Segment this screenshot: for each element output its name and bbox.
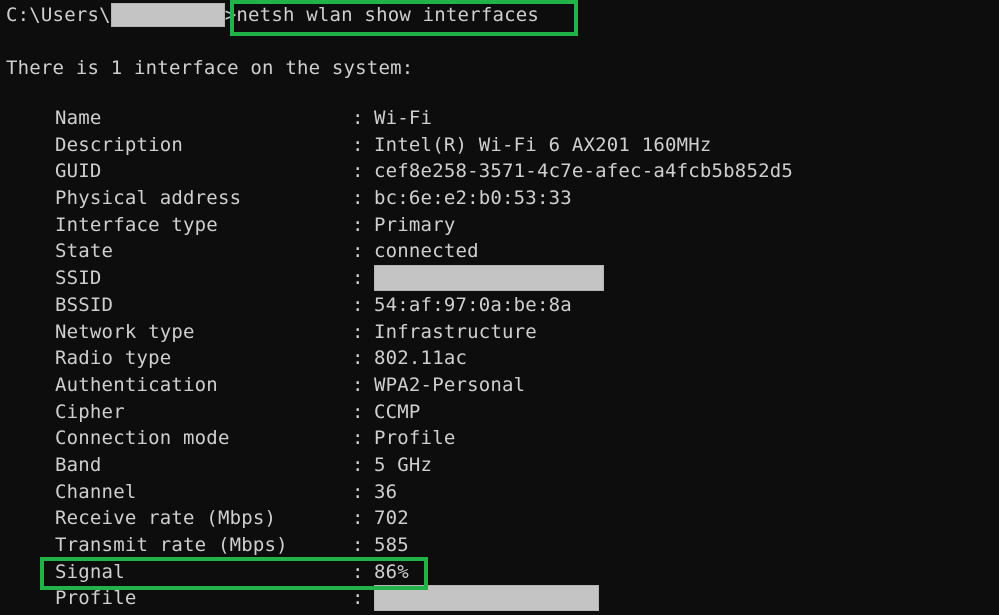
property-value: Intel(R) Wi-Fi 6 AX201 160MHz — [374, 133, 712, 156]
interface-properties-list: Name: Wi-Fi Description: Intel(R) Wi-Fi 6 A… — [55, 105, 985, 612]
property-label: Physical address — [55, 187, 242, 210]
property-separator: : — [352, 507, 364, 530]
property-label: Cipher — [55, 400, 125, 423]
redacted-ssid-value — [374, 265, 604, 292]
property-row: Cipher: CCMP — [55, 399, 985, 426]
property-label: Receive rate (Mbps) — [55, 507, 277, 530]
property-label: Network type — [55, 320, 195, 343]
property-value: Infrastructure — [374, 320, 537, 343]
property-row: Profile: — [55, 585, 985, 612]
property-row: Radio type:802.11ac — [55, 345, 985, 372]
interface-count-headline: There is 1 interface on the system: — [6, 57, 414, 79]
property-separator: : — [352, 560, 364, 583]
property-separator: : — [352, 240, 364, 263]
property-row: State: connected — [55, 238, 985, 265]
property-label: Description — [55, 133, 184, 156]
property-label: Connection mode — [55, 427, 230, 450]
property-row: Band:5 GHz — [55, 452, 985, 479]
property-separator: : — [352, 133, 364, 156]
property-row: Authentication: WPA2-Personal — [55, 372, 985, 399]
property-separator: : — [352, 267, 364, 290]
property-value: 585 — [374, 534, 409, 556]
property-label: Channel — [55, 480, 137, 503]
property-row: SSID: — [55, 265, 985, 292]
property-label: BSSID — [55, 293, 114, 316]
property-separator: : — [352, 347, 364, 370]
property-separator: : — [352, 587, 364, 610]
property-value: 802.11ac — [374, 347, 468, 370]
property-label: Name — [55, 107, 102, 129]
typed-command[interactable]: netsh wlan show interfaces — [236, 4, 539, 26]
property-separator: : — [352, 107, 364, 129]
property-row: Physical address: bc:6e:e2:b0:53:33 — [55, 185, 985, 212]
property-row: Signal:86% — [55, 559, 985, 586]
property-row: Interface type: Primary — [55, 212, 985, 239]
property-separator: : — [352, 320, 364, 343]
property-label: Band — [55, 453, 102, 476]
property-value: 5 GHz — [374, 453, 433, 476]
property-separator: : — [352, 400, 364, 423]
property-row: Description: Intel(R) Wi-Fi 6 AX201 160MH… — [55, 132, 985, 159]
property-label: State — [55, 240, 114, 263]
property-value: cef8e258-3571-4c7e-afec-a4fcb5b852d5 — [374, 160, 794, 183]
property-row: Receive rate (Mbps):702 — [55, 505, 985, 532]
property-value: Wi-Fi — [374, 107, 433, 129]
redacted-profile-value — [374, 585, 599, 612]
property-separator: : — [352, 480, 364, 503]
property-row: Transmit rate (Mbps):585 — [55, 532, 985, 559]
property-value: bc:6e:e2:b0:53:33 — [374, 187, 572, 210]
property-separator: : — [352, 453, 364, 476]
property-label: Radio type — [55, 347, 172, 370]
property-label: Authentication — [55, 373, 218, 396]
property-row: Name: Wi-Fi — [55, 105, 985, 132]
property-value: CCMP — [374, 400, 421, 423]
property-row: GUID: cef8e258-3571-4c7e-afec-a4fcb5b852d… — [55, 158, 985, 185]
property-label: SSID — [55, 267, 102, 290]
redacted-username — [110, 2, 225, 27]
property-row: Channel:36 — [55, 479, 985, 506]
property-value: Primary — [374, 213, 456, 236]
property-label: Profile — [55, 587, 137, 610]
property-value: 54:af:97:0a:be:8a — [374, 293, 572, 316]
property-label: Signal — [55, 560, 125, 583]
property-value: Profile — [374, 427, 456, 450]
property-value: 36 — [374, 480, 398, 503]
property-row: Network type: Infrastructure — [55, 319, 985, 346]
property-separator: : — [352, 213, 364, 236]
property-separator: : — [352, 427, 364, 450]
prompt-path: C:\Users\ — [6, 4, 111, 26]
prompt-caret: > — [224, 4, 237, 26]
property-label: Transmit rate (Mbps) — [55, 534, 288, 556]
property-separator: : — [352, 373, 364, 396]
terminal-window: C:\Users\ >netsh wlan show interfaces The… — [0, 0, 999, 615]
property-value: WPA2-Personal — [374, 373, 526, 396]
property-value: connected — [374, 240, 479, 263]
property-label: GUID — [55, 160, 102, 183]
property-separator: : — [352, 187, 364, 210]
property-label: Interface type — [55, 213, 218, 236]
property-separator: : — [352, 160, 364, 183]
property-value: 86% — [374, 560, 409, 583]
property-value: 702 — [374, 507, 409, 530]
property-separator: : — [352, 534, 364, 556]
property-row: BSSID:54:af:97:0a:be:8a — [55, 292, 985, 319]
command-prompt-line: C:\Users\ >netsh wlan show interfaces — [6, 2, 539, 29]
property-row: Connection mode: Profile — [55, 425, 985, 452]
property-separator: : — [352, 293, 364, 316]
